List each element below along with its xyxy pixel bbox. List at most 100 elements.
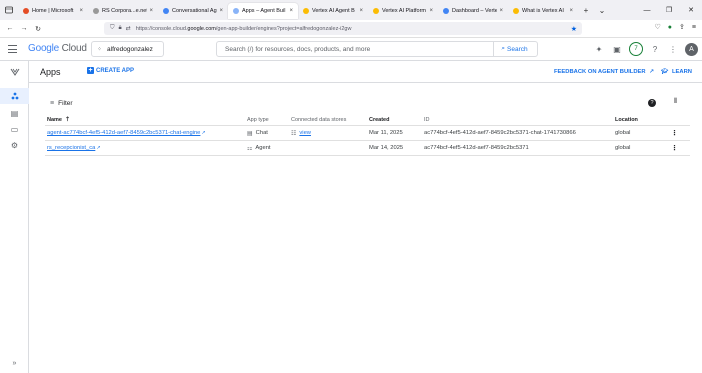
url-domain: google.com [187, 25, 216, 32]
expand-nav-icon[interactable]: » [0, 360, 29, 367]
tab-overview-icon[interactable] [0, 0, 18, 20]
chevron-down-icon[interactable]: ⌄ [594, 6, 610, 15]
row-more-vert-icon[interactable]: ⋮ [671, 126, 678, 140]
browser-tab[interactable]: Vertex AI Agent B × [298, 3, 368, 19]
table-row: rs_recepcionist_ca ↗ ⚏ Agent Mar 14, 2025 … [45, 141, 690, 156]
close-tab-icon[interactable]: × [219, 8, 223, 14]
bookmark-star-icon[interactable]: ★ [571, 25, 577, 33]
close-tab-icon[interactable]: × [289, 8, 293, 14]
app-name-link[interactable]: agent-ac774bcf-4ef5-412d-aef7-8459c2bc53… [47, 126, 206, 140]
tab-favicon [233, 8, 239, 14]
tab-favicon [303, 8, 309, 14]
close-tab-icon[interactable]: × [79, 8, 83, 14]
notifications-icon[interactable]: 7 [629, 42, 643, 56]
created-date: Mar 14, 2025 [369, 145, 404, 151]
pocket-icon[interactable]: ♡ [655, 23, 661, 31]
app-id: ac774bcf-4ef5-412d-aef7-8459c2bc5371 [424, 145, 529, 151]
header-actions: ✦ ▣ 7 ? ⋮ A [593, 42, 698, 56]
project-icon: ⁘ [97, 46, 103, 53]
table-row: agent-ac774bcf-4ef5-412d-aef7-8459c2bc53… [45, 126, 690, 141]
learn-label: LEARN [671, 69, 692, 75]
help-icon[interactable]: ? [648, 99, 656, 107]
settings-gear-icon[interactable]: ⚙ [0, 137, 29, 153]
project-name: alfredogonzalez [107, 45, 153, 53]
tab-favicon [163, 8, 169, 14]
close-tab-icon[interactable]: × [499, 8, 503, 14]
gcp-header: Google Cloud ⁘ alfredogonzalez Search (/… [0, 38, 702, 61]
app-name-link[interactable]: rs_recepcionist_ca ↗ [47, 141, 101, 155]
help-icon[interactable]: ? [649, 42, 661, 56]
tab-favicon [93, 8, 99, 14]
row-more-vert-icon[interactable]: ⋮ [671, 141, 678, 155]
google-cloud-logo[interactable]: Google Cloud [28, 43, 87, 54]
logo-cloud-text: Cloud [61, 43, 87, 54]
browser-tab[interactable]: Home | Microsoft × [18, 3, 88, 19]
column-header-app-type: App type [247, 116, 269, 123]
browser-tab[interactable]: Vertex AI Platform × [368, 3, 438, 19]
search-button-label: Search [507, 45, 528, 53]
close-window-icon[interactable]: ✕ [680, 6, 702, 14]
browser-tab[interactable]: RS Corpora...e.net × [88, 3, 158, 19]
share-icon[interactable]: ⇪ [679, 23, 685, 31]
table-header: Name 🡑 App type Connected data stores Cre… [45, 114, 690, 126]
extension-icon[interactable]: ● [668, 24, 672, 31]
window-controls: — ❐ ✕ [636, 0, 702, 20]
browser-extensions: ♡ ● ⇪ ≡ [655, 23, 696, 32]
create-app-button[interactable]: + CREATE APP [87, 67, 134, 74]
app-id: ac774bcf-4ef5-412d-aef7-8459c2bc5371-cha… [424, 130, 576, 136]
project-selector[interactable]: ⁘ alfredogonzalez [91, 41, 164, 57]
column-header-location[interactable]: Location [615, 114, 638, 125]
apps-nav-icon[interactable] [0, 88, 29, 104]
column-display-icon[interactable]: ⦀ [674, 98, 677, 106]
column-header-created[interactable]: Created [369, 114, 389, 125]
avatar[interactable]: A [685, 42, 698, 56]
new-tab-icon[interactable]: + [578, 6, 594, 15]
column-header-name[interactable]: Name 🡑 [47, 114, 69, 125]
arrow-up-icon[interactable]: 🡑 [66, 115, 69, 125]
apps-table: Name 🡑 App type Connected data stores Cre… [45, 114, 690, 156]
search-bar[interactable]: Search (/) for resources, docs, products… [216, 41, 538, 57]
browser-tab-active[interactable]: Apps – Agent Buil × [228, 3, 298, 19]
search-icon: ⌕ [501, 45, 506, 52]
data-store-link[interactable]: ☷ view [291, 126, 311, 140]
browser-tab[interactable]: Dashboard – Verte × [438, 3, 508, 19]
feedback-link[interactable]: FEEDBACK ON AGENT BUILDER ↗ [554, 69, 654, 75]
cloud-shell-icon[interactable]: ▣ [611, 42, 623, 56]
close-tab-icon[interactable]: × [149, 8, 153, 14]
feedback-label: FEEDBACK ON AGENT BUILDER [554, 69, 646, 75]
browser-tab[interactable]: What is Vertex AI × [508, 3, 578, 19]
tab-favicon [443, 8, 449, 14]
data-stores-nav-icon[interactable]: ▤ [0, 105, 29, 121]
filter-label: Filter [58, 100, 73, 107]
table-toolbar: ≡ Filter ? ⦀ [29, 97, 702, 112]
minimize-icon[interactable]: — [636, 7, 658, 14]
data-store-icon: ☷ [291, 130, 297, 137]
search-input[interactable]: Search (/) for resources, docs, products… [217, 46, 493, 53]
menu-icon[interactable]: ≡ [692, 24, 696, 31]
browser-tab[interactable]: Conversational Ag × [158, 3, 228, 19]
more-vert-icon[interactable]: ⋮ [667, 42, 679, 56]
open-in-new-icon[interactable]: ↗ [96, 145, 100, 151]
agent-builder-logo-icon[interactable] [0, 64, 29, 80]
open-in-new-icon[interactable]: ↗ [201, 130, 205, 136]
agent-icon: ⚏ [247, 145, 253, 152]
school-icon: 🎓︎ [661, 69, 669, 75]
left-nav-rail: ▤ ▭ ⚙ » [0, 61, 29, 373]
learn-button[interactable]: 🎓︎ LEARN [661, 69, 692, 75]
forward-icon[interactable]: → [17, 25, 31, 32]
reload-icon[interactable]: ↻ [31, 25, 45, 33]
filter-button[interactable]: ≡ Filter [50, 100, 73, 107]
close-tab-icon[interactable]: × [429, 8, 433, 14]
app-location: global [615, 130, 631, 136]
hamburger-menu-icon[interactable] [8, 45, 17, 53]
restore-icon[interactable]: ❐ [658, 6, 680, 14]
gemini-icon[interactable]: ✦ [593, 42, 605, 56]
close-tab-icon[interactable]: × [569, 8, 573, 14]
monitoring-nav-icon[interactable]: ▭ [0, 121, 29, 137]
address-bar[interactable]: ⛉ 🔒︎ ⇄ https://console.cloud. google.com /… [104, 22, 582, 35]
search-button[interactable]: ⌕ Search [493, 42, 537, 56]
logo-google-text: Google [28, 43, 60, 54]
close-tab-icon[interactable]: × [359, 8, 363, 14]
filter-icon: ≡ [50, 100, 55, 107]
back-icon[interactable]: ← [3, 25, 17, 32]
